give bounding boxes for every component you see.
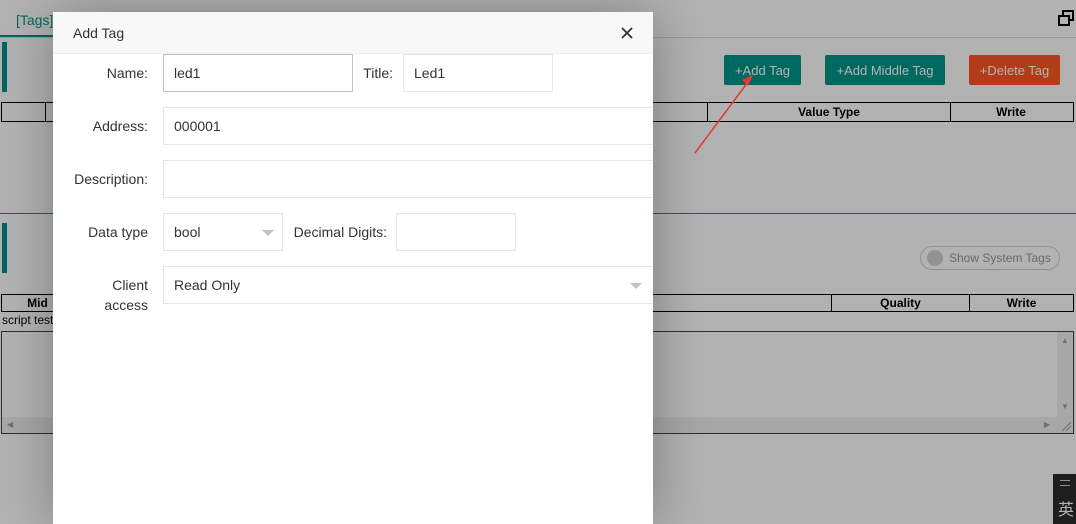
client-access-label-line1: Client xyxy=(112,277,148,293)
add-tag-dialog: Add Tag Name: led1 Title: Led1 Address: … xyxy=(53,12,653,524)
dialog-header: Add Tag xyxy=(53,12,653,54)
chevron-down-icon xyxy=(630,283,642,289)
client-access-value: Read Only xyxy=(174,277,241,293)
description-input[interactable] xyxy=(163,160,653,198)
data-type-value: bool xyxy=(174,224,201,240)
client-access-label-line2: access xyxy=(104,297,148,313)
title-input[interactable]: Led1 xyxy=(403,54,553,92)
data-type-label: Data type xyxy=(88,224,148,240)
name-label: Name: xyxy=(106,65,148,81)
title-label: Title: xyxy=(363,65,393,81)
address-label: Address: xyxy=(92,118,148,134)
client-access-select[interactable]: Read Only xyxy=(163,266,653,304)
close-icon[interactable] xyxy=(620,26,634,40)
decimal-digits-input[interactable] xyxy=(396,213,516,251)
dialog-title: Add Tag xyxy=(73,25,125,41)
data-type-select[interactable]: bool xyxy=(163,213,283,251)
decimal-digits-label: Decimal Digits: xyxy=(293,224,387,240)
description-label: Description: xyxy=(74,171,148,187)
address-input[interactable]: 000001 xyxy=(163,107,653,145)
chevron-down-icon xyxy=(262,230,274,236)
